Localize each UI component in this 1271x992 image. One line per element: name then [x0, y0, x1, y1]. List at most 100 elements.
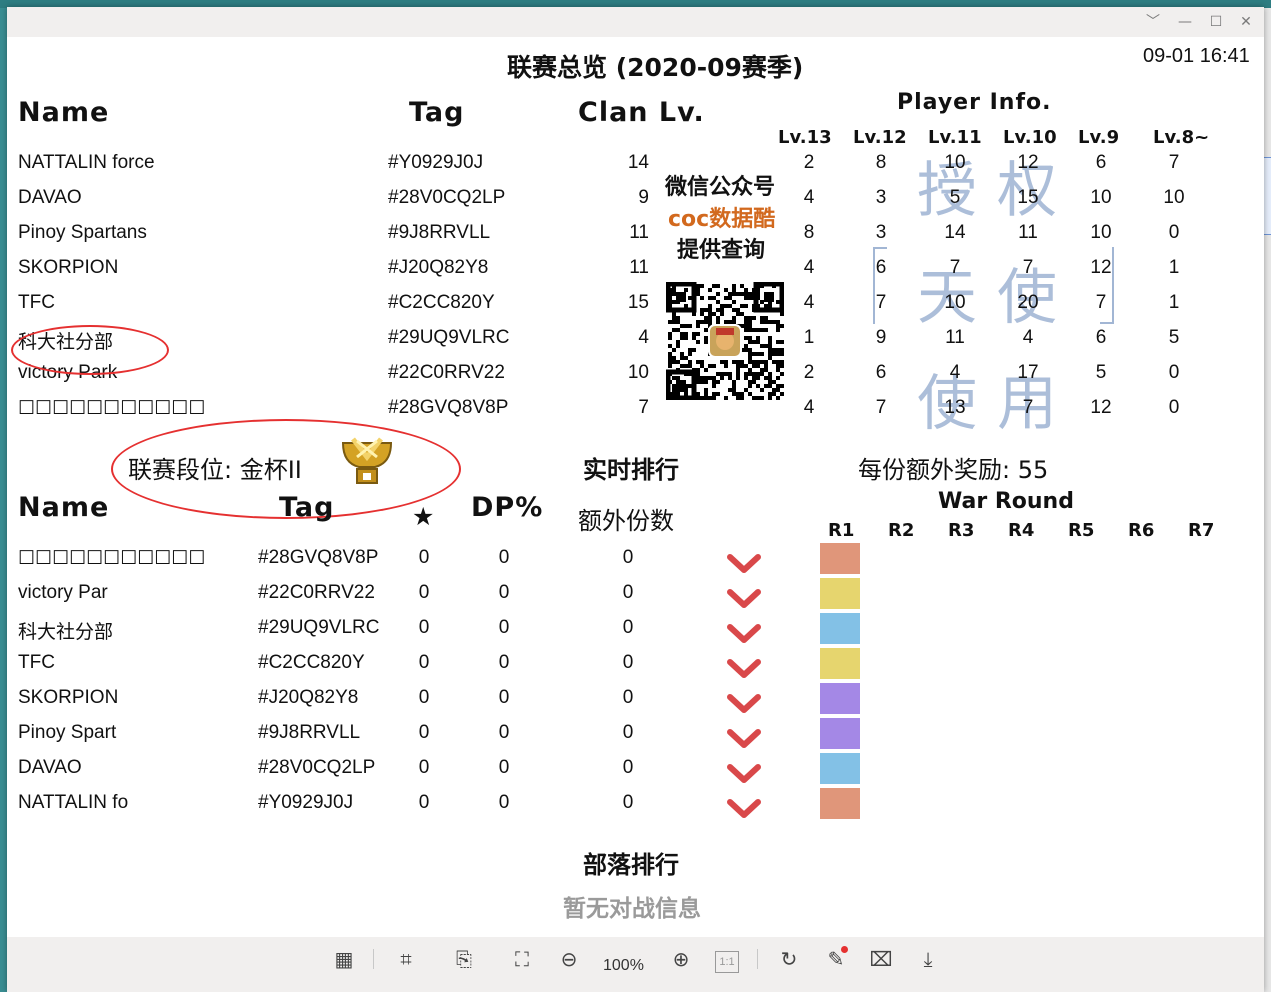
minimize-button[interactable]: — [1175, 13, 1195, 31]
expand-chevron-icon[interactable] [726, 623, 762, 645]
clan-tag: #9J8RRVLL [388, 222, 491, 243]
member-clan-name: 科大社分部 [18, 622, 114, 643]
player-level-header: Lv.8~ [1153, 127, 1210, 148]
war-round-header: R6 [1128, 520, 1155, 541]
dp-percent: 0 [498, 547, 510, 568]
col-header-name: Name [18, 492, 110, 523]
clan-name: TFC [18, 292, 55, 313]
clan-tag: #Y0929J0J [388, 152, 484, 173]
zoom-out-icon[interactable]: ⊖ [555, 945, 583, 973]
war-round-r1-cell [820, 648, 860, 679]
player-count: 15 [1017, 187, 1039, 208]
player-count: 4 [803, 292, 815, 313]
expand-chevron-icon[interactable] [726, 658, 762, 680]
war-round-header: R3 [948, 520, 975, 541]
player-count: 10 [1090, 187, 1112, 208]
clan-ranking-title: 部落排行 [583, 851, 679, 879]
zoom-level: 100% [603, 957, 644, 974]
star-count: 0 [418, 722, 430, 743]
player-count: 1 [1168, 292, 1180, 313]
maximize-button[interactable]: ☐ [1206, 13, 1226, 31]
clan-level: 9 [638, 187, 649, 208]
league-tier: 联赛段位: 金杯II [128, 456, 302, 484]
clan-level: 10 [627, 362, 649, 383]
actual-size-button[interactable]: 1:1 [715, 951, 739, 973]
player-count: 6 [1095, 152, 1107, 173]
fit-window-icon[interactable]: ⛶ [508, 945, 536, 973]
clan-level: 4 [638, 327, 649, 348]
expand-chevron-icon[interactable] [726, 588, 762, 610]
gold-trophy-icon [341, 437, 393, 484]
extra-shares: 0 [622, 652, 634, 673]
ocr-scan-icon[interactable]: ⌗ [392, 945, 420, 973]
dp-percent: 0 [498, 582, 510, 603]
member-clan-name: victory Par [18, 582, 108, 603]
player-count: 5 [1168, 327, 1180, 348]
clan-tag: #28GVQ8V8P [388, 397, 509, 418]
collapse-icon[interactable]: ﹀ [1143, 13, 1163, 31]
highlight-ring [11, 325, 169, 375]
expand-chevron-icon[interactable] [726, 728, 762, 750]
war-round-r1-cell [820, 613, 860, 644]
player-count: 13 [944, 397, 966, 418]
player-count: 12 [1090, 397, 1112, 418]
star-count: 0 [418, 547, 430, 568]
member-clan-tag: #C2CC820Y [258, 652, 365, 673]
war-round-r1-cell [820, 718, 860, 749]
crop-icon[interactable]: ⌧ [867, 945, 895, 973]
player-count: 9 [875, 327, 887, 348]
player-count: 0 [1168, 362, 1180, 383]
translate-icon[interactable]: ⎘ [450, 945, 478, 973]
player-count: 10 [944, 152, 966, 173]
gallery-icon[interactable]: ▦ [330, 945, 358, 973]
member-clan-name: ☐☐☐☐☐☐☐☐☐☐☐ [18, 548, 206, 569]
bonus-text: 每份额外奖励: 55 [858, 456, 1049, 484]
zoom-in-icon[interactable]: ⊕ [667, 945, 695, 973]
member-clan-name: TFC [18, 652, 55, 673]
clan-level: 11 [629, 257, 649, 278]
col-header-name: Name [18, 97, 110, 128]
clan-name: DAVAO [18, 187, 82, 208]
clan-level: 14 [627, 152, 649, 173]
extra-shares: 0 [622, 582, 634, 603]
expand-chevron-icon[interactable] [726, 763, 762, 785]
desktop-right-edge [1263, 8, 1271, 992]
promo-line-3: 提供查询 [677, 238, 766, 263]
player-count: 11 [1018, 222, 1038, 243]
player-count: 12 [1017, 152, 1039, 173]
toolbar-divider [757, 949, 758, 969]
col-header-clan-lv: Clan Lv. [578, 97, 705, 128]
extra-shares: 0 [622, 757, 634, 778]
rotate-icon[interactable]: ↻ [775, 945, 803, 973]
col-header-dp: DP% [471, 492, 544, 523]
war-round-header: R4 [1008, 520, 1035, 541]
war-round-title: War Round [938, 489, 1074, 514]
clan-name: NATTALIN force [18, 152, 155, 173]
player-count: 7 [1022, 257, 1034, 278]
image-canvas: 联赛总览 (2020-09赛季) 09-01 16:41 Name Tag Cl… [7, 37, 1264, 937]
player-count: 10 [944, 292, 966, 313]
expand-chevron-icon[interactable] [726, 693, 762, 715]
expand-chevron-icon[interactable] [726, 798, 762, 820]
realtime-ranking-title: 实时排行 [583, 456, 679, 484]
clan-tag: #J20Q82Y8 [388, 257, 489, 278]
war-round-r1-cell [820, 578, 860, 609]
clan-tag: #28V0CQ2LP [388, 187, 506, 208]
player-count: 1 [803, 327, 815, 348]
member-clan-tag: #29UQ9VLRC [258, 617, 380, 638]
war-round-header: R7 [1188, 520, 1215, 541]
col-header-star: ★ [412, 502, 435, 531]
extra-shares: 0 [622, 547, 634, 568]
expand-chevron-icon[interactable] [726, 553, 762, 575]
download-icon[interactable]: ⤓ [914, 945, 942, 973]
player-count: 14 [944, 222, 966, 243]
player-count: 7 [1095, 292, 1107, 313]
close-button[interactable]: ✕ [1236, 13, 1256, 31]
star-count: 0 [418, 687, 430, 708]
player-count: 8 [875, 152, 887, 173]
promo-line-1: 微信公众号 [665, 175, 776, 200]
clan-level: 7 [638, 397, 649, 418]
player-count: 1 [1168, 257, 1180, 278]
clan-name: Pinoy Spartans [18, 222, 147, 243]
star-count: 0 [418, 582, 430, 603]
